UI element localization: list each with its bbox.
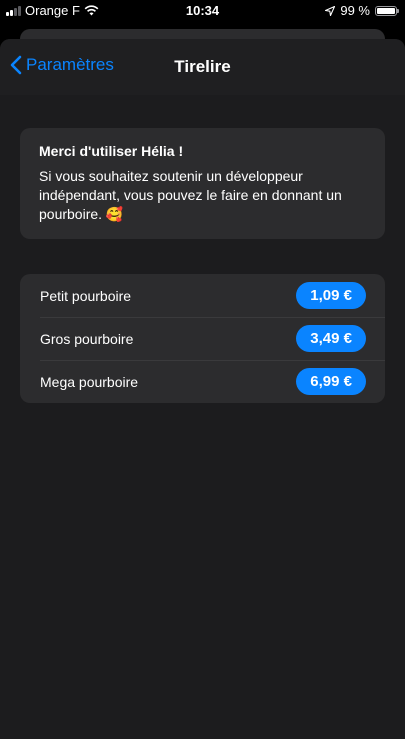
navigation-bar: Paramètres Tirelire [0, 39, 405, 95]
status-right: 99 % [325, 3, 399, 18]
battery-percent: 99 % [340, 3, 370, 18]
location-arrow-icon [325, 5, 336, 16]
tip-price-button[interactable]: 1,09 € [296, 282, 366, 309]
battery-fill [377, 7, 395, 14]
tips-list: Petit pourboire 1,09 € Gros pourboire 3,… [20, 274, 385, 403]
tip-row-mega: Mega pourboire 6,99 € [20, 360, 385, 403]
tip-row-large: Gros pourboire 3,49 € [20, 317, 385, 360]
tip-price-button[interactable]: 6,99 € [296, 368, 366, 395]
tip-label: Petit pourboire [40, 287, 132, 304]
modal-sheet: Paramètres Tirelire Merci d'utiliser Hél… [0, 39, 405, 739]
tip-label: Mega pourboire [40, 373, 139, 390]
status-bar: Orange F 10:34 99 % [0, 0, 405, 22]
intro-card: Merci d'utiliser Hélia ! Si vous souhait… [20, 128, 385, 239]
page-title: Tirelire [174, 57, 231, 76]
intro-title: Merci d'utiliser Hélia ! [39, 143, 184, 159]
tip-label: Gros pourboire [40, 330, 134, 347]
tip-row-small: Petit pourboire 1,09 € [20, 274, 385, 317]
battery-icon [375, 5, 399, 16]
tip-price-button[interactable]: 3,49 € [296, 325, 366, 352]
intro-body: Si vous souhaitez soutenir un développeu… [39, 168, 342, 222]
